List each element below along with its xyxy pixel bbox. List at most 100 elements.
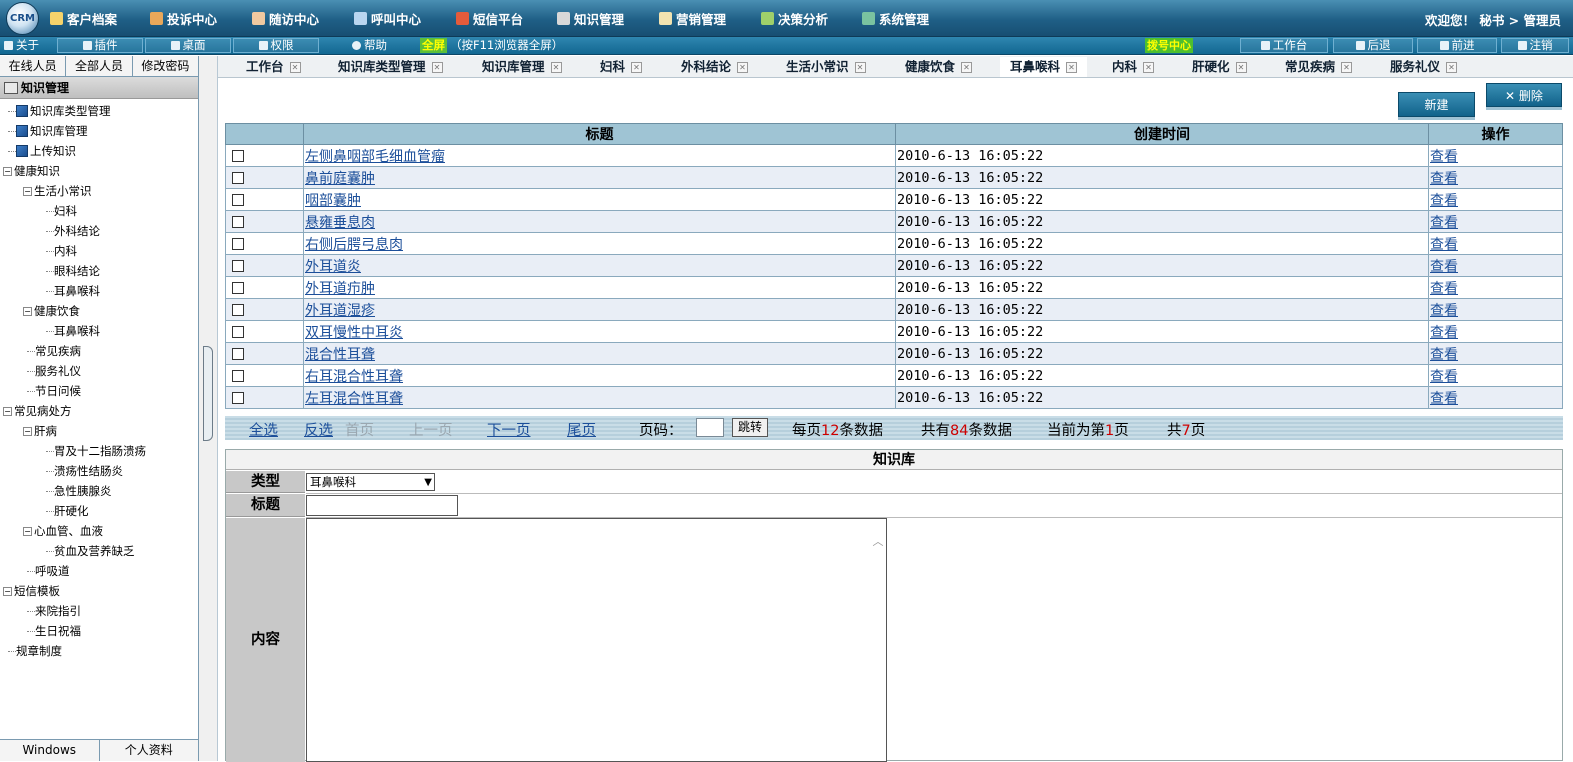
view-link[interactable]: 查看 <box>1430 215 1458 231</box>
nav-system-management[interactable]: 系统管理 <box>862 9 929 28</box>
content-textarea[interactable]: ︿ <box>306 518 887 762</box>
nav-marketing-management[interactable]: 营销管理 <box>659 9 726 28</box>
view-link[interactable]: 查看 <box>1430 281 1458 297</box>
tree-item[interactable]: 服务礼仪 <box>0 361 198 381</box>
forward-button[interactable]: 前进 <box>1417 38 1497 53</box>
row-checkbox[interactable] <box>232 391 244 404</box>
close-icon[interactable]: ✕ <box>854 62 866 73</box>
view-link[interactable]: 查看 <box>1430 259 1458 275</box>
tab-online-staff[interactable]: 在线人员 <box>0 56 67 76</box>
tree-item[interactable]: 常见疾病 <box>0 341 198 361</box>
collapse-icon[interactable]: − <box>3 586 12 596</box>
page-number-input[interactable] <box>696 418 724 437</box>
close-icon[interactable]: ✕ <box>289 62 301 73</box>
tree-item[interactable]: 耳鼻喉科 <box>0 281 198 301</box>
tree-item[interactable]: 急性胰腺炎 <box>0 481 198 501</box>
tree-folder[interactable]: − 短信模板 <box>0 581 198 601</box>
view-link[interactable]: 查看 <box>1430 303 1458 319</box>
title-link[interactable]: 咽部囊肿 <box>305 193 361 209</box>
tree-item[interactable]: 上传知识 <box>0 141 198 161</box>
close-icon[interactable]: ✕ <box>737 62 749 73</box>
close-icon[interactable]: ✕ <box>1143 62 1155 73</box>
close-icon[interactable]: ✕ <box>431 62 443 73</box>
tree-item[interactable]: 生日祝福 <box>0 621 198 641</box>
title-link[interactable]: 双耳慢性中耳炎 <box>305 325 403 341</box>
tree-item[interactable]: 耳鼻喉科 <box>0 321 198 341</box>
title-link[interactable]: 外耳道湿疹 <box>305 303 375 319</box>
tree-item[interactable]: 内科 <box>0 241 198 261</box>
nav-complaint-center[interactable]: 投诉中心 <box>150 9 217 28</box>
tab-workbench[interactable]: 工作台 ✕ <box>246 57 301 77</box>
close-icon[interactable]: ✕ <box>1446 62 1458 73</box>
tree-item[interactable]: 眼科结论 <box>0 261 198 281</box>
title-link[interactable]: 外耳道疖肿 <box>305 281 375 297</box>
close-icon[interactable]: ✕ <box>1341 62 1353 73</box>
tree-item[interactable]: 胃及十二指肠溃疡 <box>0 441 198 461</box>
jump-button[interactable]: 跳转 <box>732 418 768 437</box>
row-checkbox[interactable] <box>232 303 244 316</box>
tab-cirrhosis[interactable]: 肝硬化 ✕ <box>1192 57 1247 77</box>
tree-folder[interactable]: − 生活小常识 <box>0 181 198 201</box>
title-link[interactable]: 左耳混合性耳聋 <box>305 391 403 407</box>
title-link[interactable]: 外耳道炎 <box>305 259 361 275</box>
app-logo[interactable]: CRM <box>6 2 39 35</box>
row-checkbox[interactable] <box>232 369 244 382</box>
title-link[interactable]: 右侧后腭弓息肉 <box>305 237 403 253</box>
tab-service-etiquette[interactable]: 服务礼仪 ✕ <box>1390 57 1458 77</box>
tree-item[interactable]: 知识库类型管理 <box>0 101 198 121</box>
nav-call-center[interactable]: 呼叫中心 <box>354 9 421 28</box>
about-button[interactable]: 关于 <box>4 38 39 53</box>
view-link[interactable]: 查看 <box>1430 193 1458 209</box>
tree-folder[interactable]: − 常见病处方 <box>0 401 198 421</box>
title-link[interactable]: 左侧鼻咽部毛细血管瘤 <box>305 149 445 165</box>
nav-decision-analysis[interactable]: 决策分析 <box>761 9 828 28</box>
tab-healthy-diet[interactable]: 健康饮食 ✕ <box>905 57 973 77</box>
plugin-button[interactable]: 插件 <box>57 38 143 53</box>
tab-surgery-conclusion[interactable]: 外科结论 ✕ <box>681 57 749 77</box>
tab-gynecology[interactable]: 妇科 ✕ <box>600 57 643 77</box>
tab-windows[interactable]: Windows <box>0 740 100 761</box>
tab-knowledge-management[interactable]: 知识库管理 ✕ <box>482 57 562 77</box>
close-icon[interactable]: ✕ <box>1066 62 1078 73</box>
tab-personal-info[interactable]: 个人资料 <box>99 740 198 761</box>
close-icon[interactable]: ✕ <box>631 62 643 73</box>
close-icon[interactable]: ✕ <box>550 62 562 73</box>
tree-folder[interactable]: − 肝病 <box>0 421 198 441</box>
tab-life-tips[interactable]: 生活小常识 ✕ <box>786 57 866 77</box>
row-checkbox[interactable] <box>232 193 244 206</box>
row-checkbox[interactable] <box>232 259 244 272</box>
prev-page-link[interactable]: 上一页 <box>409 419 453 440</box>
tree-item[interactable]: 溃疡性结肠炎 <box>0 461 198 481</box>
view-link[interactable]: 查看 <box>1430 347 1458 363</box>
tree-item[interactable]: 来院指引 <box>0 601 198 621</box>
delete-button[interactable]: ✕ 删除 <box>1486 83 1562 107</box>
invert-selection-link[interactable]: 反选 <box>304 419 333 440</box>
dial-center-button[interactable]: 拨号中心 <box>1145 38 1193 53</box>
view-link[interactable]: 查看 <box>1430 171 1458 187</box>
view-link[interactable]: 查看 <box>1430 369 1458 385</box>
permission-button[interactable]: 权限 <box>233 38 319 53</box>
row-checkbox[interactable] <box>232 281 244 294</box>
row-checkbox[interactable] <box>232 171 244 184</box>
tree-item[interactable]: 知识库管理 <box>0 121 198 141</box>
collapse-icon[interactable]: − <box>23 426 32 436</box>
view-link[interactable]: 查看 <box>1430 325 1458 341</box>
select-all-link[interactable]: 全选 <box>249 419 278 440</box>
tab-internal-medicine[interactable]: 内科 ✕ <box>1112 57 1155 77</box>
collapse-icon[interactable]: − <box>23 306 32 316</box>
tree-folder[interactable]: − 健康知识 <box>0 161 198 181</box>
tree-item[interactable]: 呼吸道 <box>0 561 198 581</box>
tab-ent[interactable]: 耳鼻喉科 ✕ <box>1000 57 1088 77</box>
tree-item[interactable]: 节日问候 <box>0 381 198 401</box>
nav-customer-archive[interactable]: 客户档案 <box>50 9 117 28</box>
collapse-icon[interactable]: − <box>3 166 12 176</box>
first-page-link[interactable]: 首页 <box>345 419 374 440</box>
view-link[interactable]: 查看 <box>1430 391 1458 407</box>
title-link[interactable]: 悬雍垂息肉 <box>305 215 375 231</box>
panel-splitter[interactable] <box>199 56 218 761</box>
title-link[interactable]: 混合性耳聋 <box>305 347 375 363</box>
view-link[interactable]: 查看 <box>1430 237 1458 253</box>
tree-item[interactable]: 贫血及营养缺乏 <box>0 541 198 561</box>
collapse-icon[interactable]: − <box>3 406 12 416</box>
title-input[interactable] <box>306 495 458 516</box>
